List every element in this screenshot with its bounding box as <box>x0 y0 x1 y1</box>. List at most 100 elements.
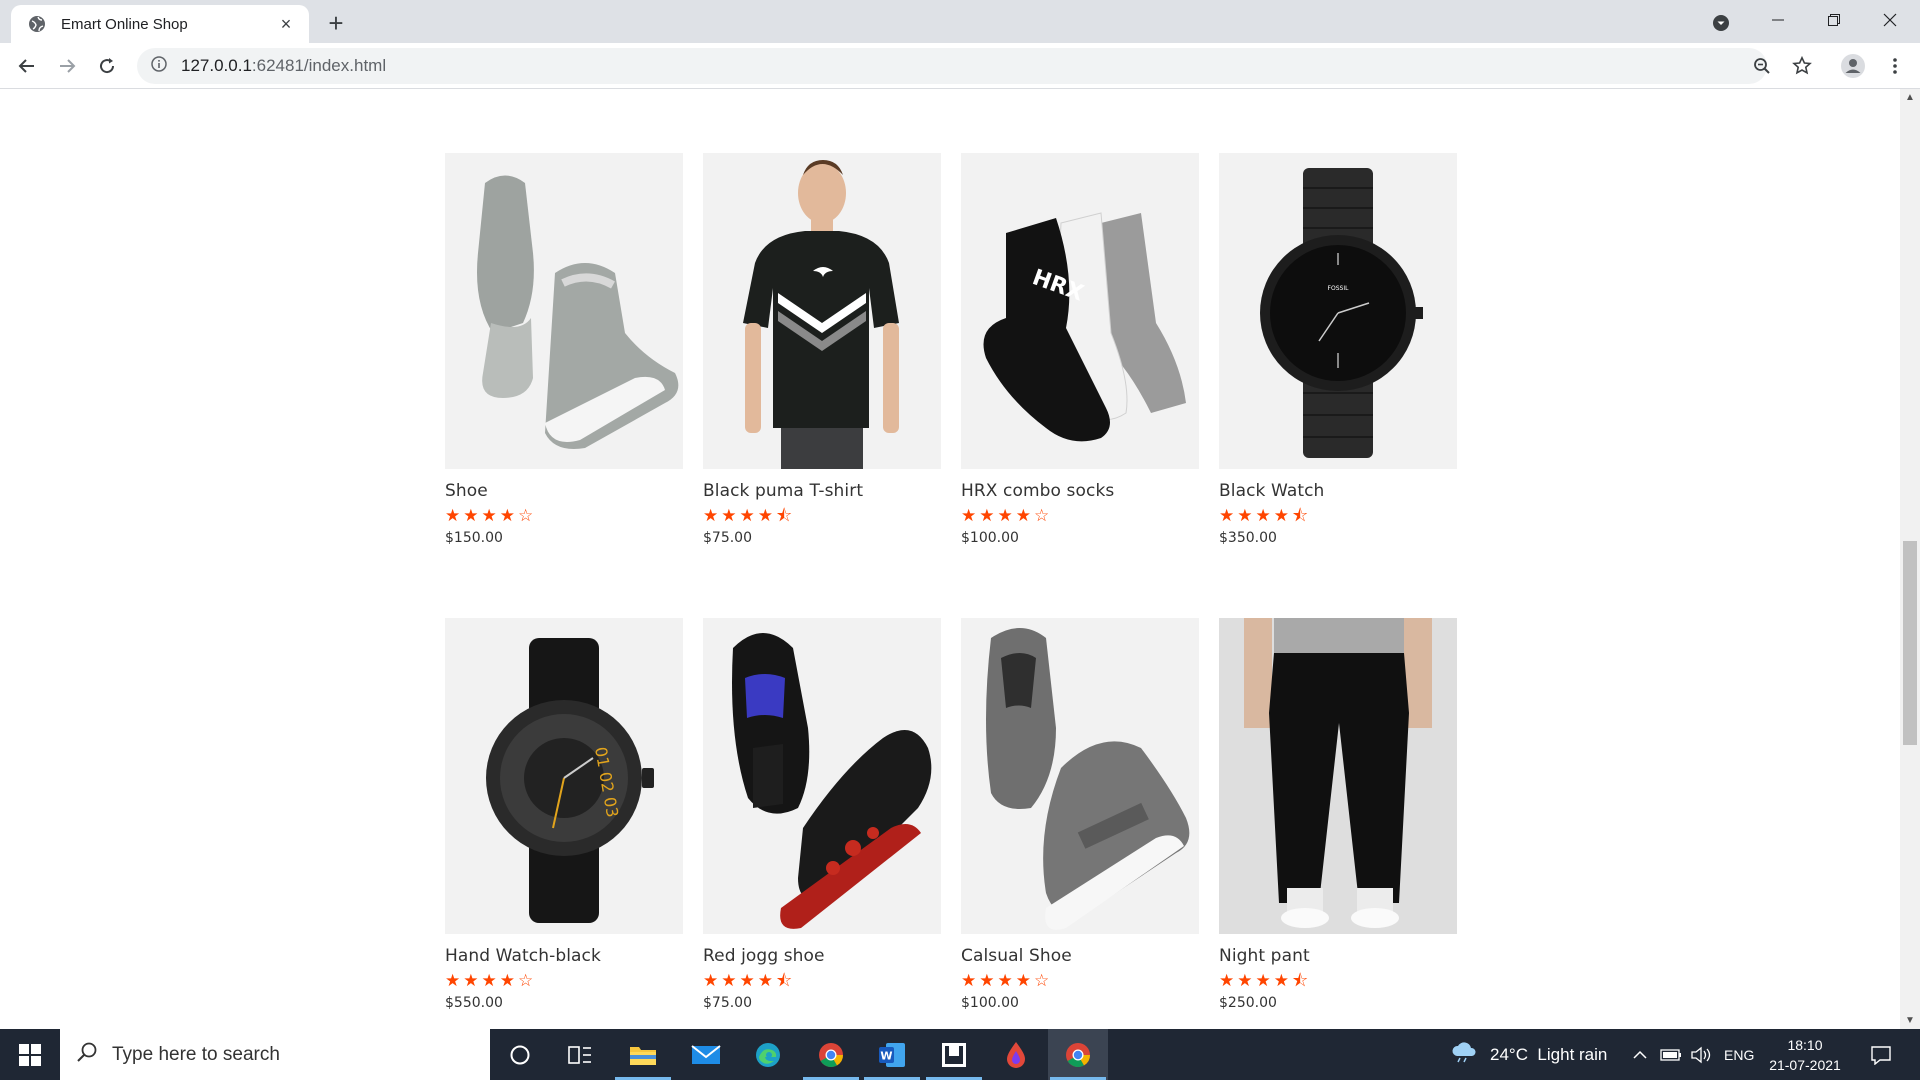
star-icon: ★ <box>1255 506 1271 526</box>
product-card[interactable]: HRX HRX combo socks ★ ★ ★ ★ ☆ $100.00 <box>961 153 1199 548</box>
product-name[interactable]: Black puma T-shirt <box>703 481 941 501</box>
back-arrow-icon[interactable] <box>12 51 42 81</box>
search-icon <box>76 1041 98 1068</box>
product-image[interactable]: FOSSIL <box>1219 153 1457 469</box>
close-window-icon[interactable] <box>1862 0 1918 40</box>
cloud-rain-icon <box>1450 1041 1480 1068</box>
reload-icon[interactable] <box>92 51 122 81</box>
product-image[interactable]: 01 02 03 <box>445 618 683 934</box>
clock[interactable]: 18:10 21-07-2021 <box>1760 1035 1850 1075</box>
product-price: $550.00 <box>445 995 503 1011</box>
browser-tab[interactable]: Emart Online Shop × <box>11 5 309 43</box>
info-icon[interactable] <box>151 55 167 77</box>
tab-title: Emart Online Shop <box>61 15 188 33</box>
star-icon: ★ <box>721 971 737 991</box>
notification-icon[interactable] <box>1870 1029 1892 1080</box>
star-icon: ★ <box>979 506 995 526</box>
star-icon: ★ <box>703 971 719 991</box>
product-image[interactable] <box>961 618 1199 934</box>
product-image[interactable] <box>445 153 683 469</box>
bookmark-star-icon[interactable] <box>1787 51 1817 81</box>
paint-drop-icon[interactable] <box>986 1029 1046 1080</box>
star-icon: ★ <box>1273 971 1289 991</box>
rating-stars: ★ ★ ★ ★ ☆ <box>445 507 683 525</box>
star-icon: ☆ <box>1034 971 1050 991</box>
zoom-icon[interactable] <box>1747 51 1777 81</box>
windows-start-icon[interactable] <box>0 1029 60 1080</box>
star-icon: ★ <box>757 506 773 526</box>
rating-stars: ★ ★ ★ ★ ⯪ <box>703 507 941 525</box>
product-name[interactable]: Red jogg shoe <box>703 946 941 966</box>
star-icon: ★ <box>997 506 1013 526</box>
page-viewport: Shoe ★ ★ ★ ★ ☆ $150.00 Black puma T-shirt ★ ★… <box>0 89 1920 1029</box>
svg-text:W: W <box>880 1049 892 1062</box>
minimize-icon[interactable] <box>1750 0 1806 40</box>
star-icon: ★ <box>481 506 497 526</box>
clock-time: 18:10 <box>1787 1037 1823 1053</box>
product-card[interactable]: 01 02 03 Hand Watch-black ★ ★ ★ ★ ☆ $550.00 <box>445 618 683 1013</box>
product-card[interactable]: FOSSIL Black Watch ★ ★ ★ ★ ⯪ $350.00 <box>1219 153 1457 548</box>
cortana-icon[interactable] <box>490 1029 550 1080</box>
product-image[interactable] <box>703 618 941 934</box>
close-tab-icon[interactable]: × <box>275 13 297 35</box>
task-view-icon[interactable] <box>550 1029 610 1080</box>
product-price: $350.00 <box>1219 530 1277 546</box>
weather-widget[interactable]: 24°C Light rain <box>1450 1029 1607 1080</box>
rating-stars: ★ ★ ★ ★ ⯪ <box>703 972 941 990</box>
product-name[interactable]: HRX combo socks <box>961 481 1199 501</box>
star-icon: ⯪ <box>776 506 793 526</box>
app-window-icon[interactable] <box>924 1029 984 1080</box>
new-tab-button[interactable]: + <box>322 9 350 37</box>
product-image[interactable]: HRX <box>961 153 1199 469</box>
star-icon: ★ <box>463 971 479 991</box>
mail-icon[interactable] <box>676 1029 736 1080</box>
chevron-up-icon[interactable] <box>1632 1029 1648 1080</box>
forward-arrow-icon[interactable] <box>52 51 82 81</box>
taskbar-search-box[interactable]: Type here to search <box>60 1029 490 1080</box>
product-name[interactable]: Shoe <box>445 481 683 501</box>
battery-icon[interactable] <box>1660 1029 1682 1080</box>
star-icon: ★ <box>1015 506 1031 526</box>
star-icon: ★ <box>1015 971 1031 991</box>
product-grid: Shoe ★ ★ ★ ★ ☆ $150.00 Black puma T-shirt ★ ★… <box>445 153 1457 1013</box>
volume-icon[interactable] <box>1690 1029 1712 1080</box>
product-card[interactable]: Night pant ★ ★ ★ ★ ⯪ $250.00 <box>1219 618 1457 1013</box>
star-icon: ★ <box>739 506 755 526</box>
chrome-icon[interactable] <box>801 1029 861 1080</box>
product-price: $100.00 <box>961 530 1019 546</box>
language-indicator[interactable]: ENG <box>1724 1029 1754 1080</box>
url-text[interactable]: 127.0.0.1:62481/index.html <box>181 56 386 76</box>
chrome-active-icon[interactable] <box>1048 1029 1108 1080</box>
product-name[interactable]: Calsual Shoe <box>961 946 1199 966</box>
product-name[interactable]: Night pant <box>1219 946 1457 966</box>
star-icon: ★ <box>1237 506 1253 526</box>
address-bar[interactable]: 127.0.0.1:62481/index.html <box>137 48 1767 84</box>
rating-stars: ★ ★ ★ ★ ☆ <box>961 972 1199 990</box>
restore-icon[interactable] <box>1806 0 1862 40</box>
profile-avatar-icon[interactable] <box>1838 51 1868 81</box>
tab-search-icon[interactable] <box>1707 9 1735 37</box>
star-icon: ☆ <box>518 971 534 991</box>
product-card[interactable]: Shoe ★ ★ ★ ★ ☆ $150.00 <box>445 153 683 548</box>
kebab-menu-icon[interactable] <box>1880 51 1910 81</box>
word-icon[interactable]: W <box>862 1029 922 1080</box>
product-card[interactable]: Red jogg shoe ★ ★ ★ ★ ⯪ $75.00 <box>703 618 941 1013</box>
star-icon: ★ <box>961 971 977 991</box>
star-icon: ★ <box>979 971 995 991</box>
product-image[interactable] <box>703 153 941 469</box>
product-price: $100.00 <box>961 995 1019 1011</box>
product-price: $250.00 <box>1219 995 1277 1011</box>
product-image[interactable] <box>1219 618 1457 934</box>
clock-date: 21-07-2021 <box>1769 1057 1841 1073</box>
product-card[interactable]: Black puma T-shirt ★ ★ ★ ★ ⯪ $75.00 <box>703 153 941 548</box>
file-explorer-icon[interactable] <box>613 1029 673 1080</box>
scrollbar-thumb[interactable] <box>1903 541 1917 745</box>
product-card[interactable]: Calsual Shoe ★ ★ ★ ★ ☆ $100.00 <box>961 618 1199 1013</box>
browser-tab-strip: Emart Online Shop × + <box>0 0 1920 43</box>
edge-browser-icon[interactable] <box>738 1029 798 1080</box>
product-name[interactable]: Hand Watch-black <box>445 946 683 966</box>
scroll-up-arrow-icon[interactable]: ▲ <box>1900 89 1920 106</box>
scroll-down-arrow-icon[interactable]: ▼ <box>1900 1012 1920 1029</box>
product-name[interactable]: Black Watch <box>1219 481 1457 501</box>
product-price: $75.00 <box>703 995 752 1011</box>
